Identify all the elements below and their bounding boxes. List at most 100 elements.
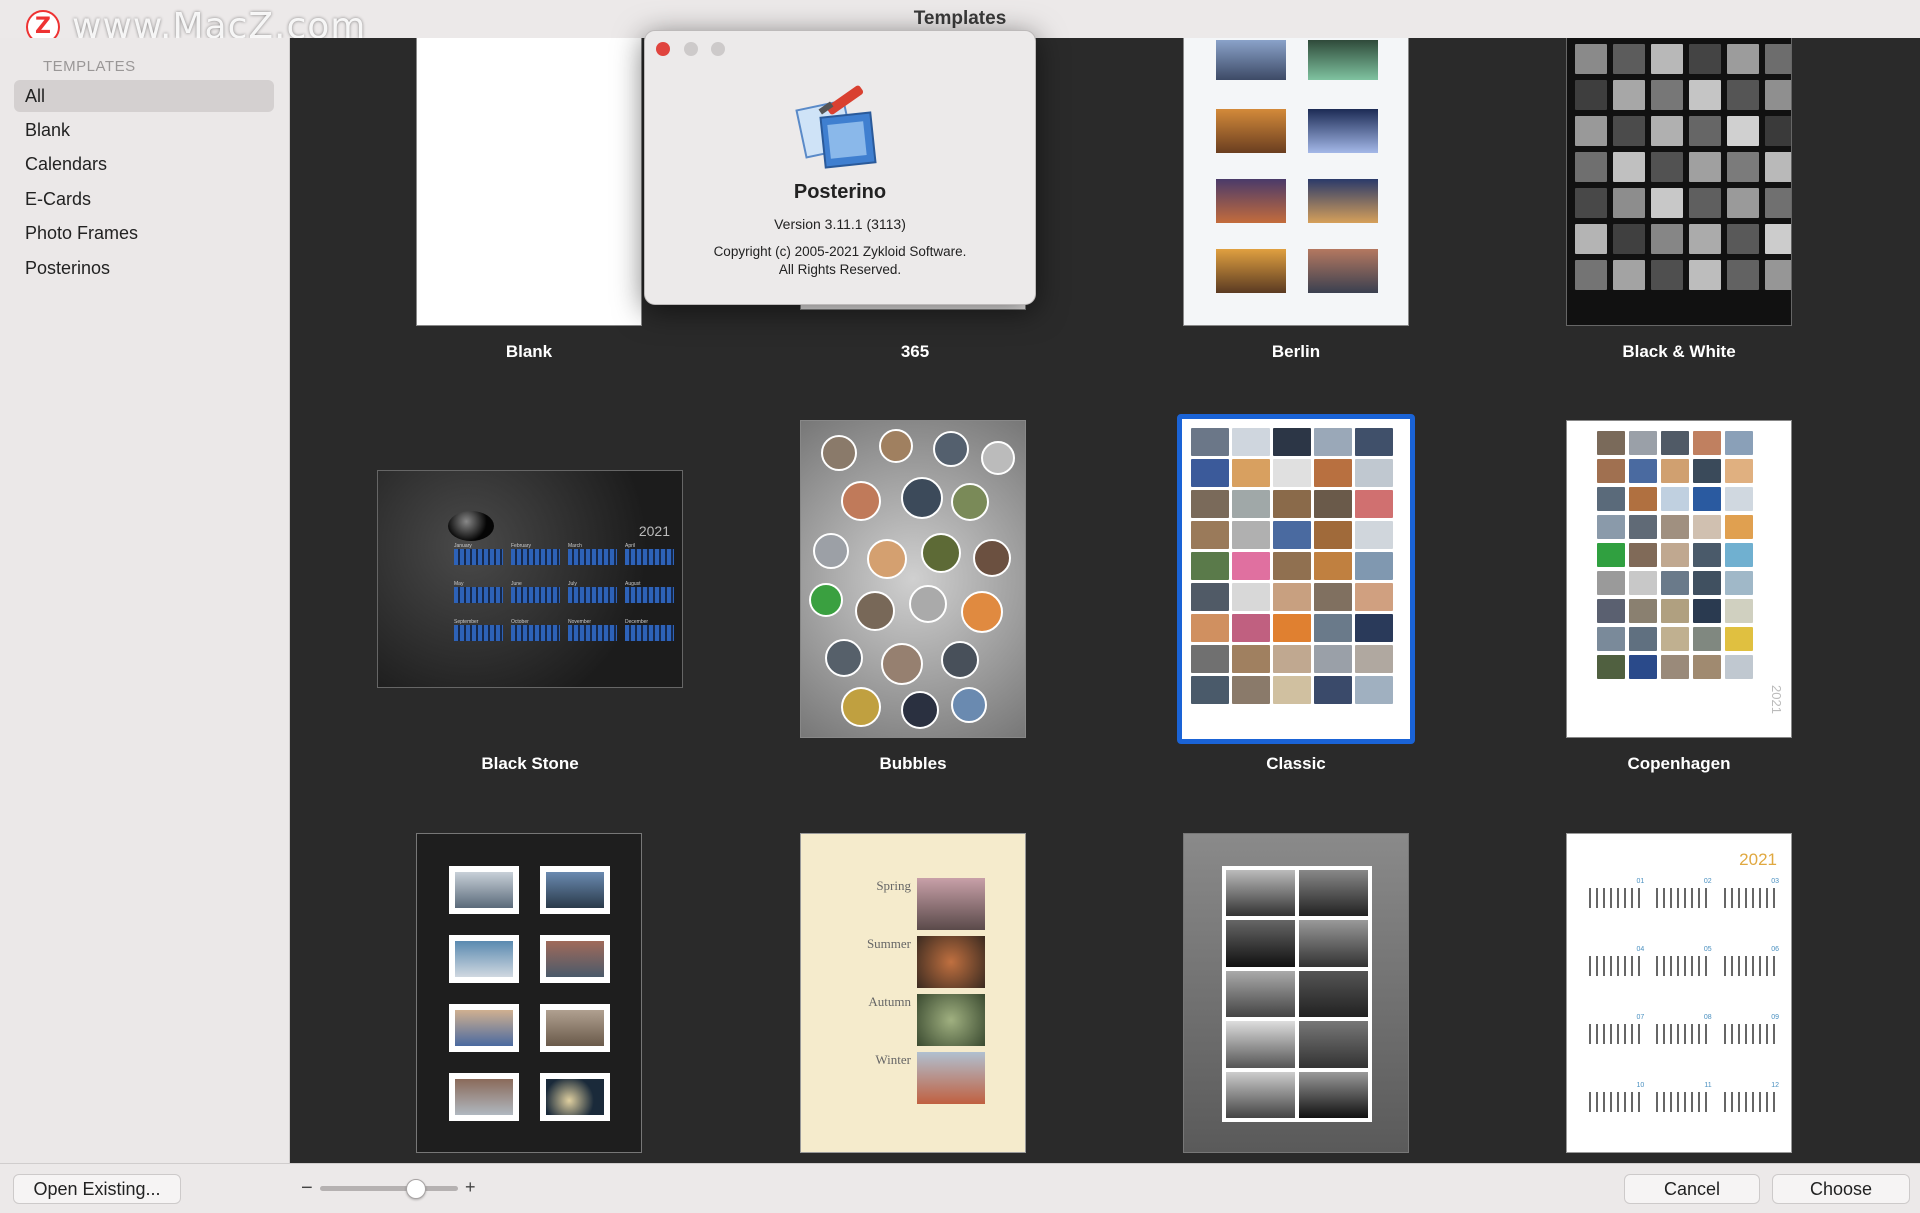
template-thumbnail[interactable] [1183, 833, 1409, 1153]
sidebar-item-e-cards[interactable]: E-Cards [14, 183, 274, 215]
month-block: December [625, 619, 674, 641]
sidebar-item-blank[interactable]: Blank [14, 114, 274, 146]
zoom-button [711, 42, 725, 56]
season-photo [917, 994, 985, 1046]
calendar-month: 10 [1589, 1082, 1645, 1112]
photo-frame [449, 1073, 519, 1121]
season-photo [917, 878, 985, 930]
template-label: Black Stone [481, 754, 579, 773]
calendar-month: 12 [1723, 1082, 1779, 1112]
sidebar-item-calendars[interactable]: Calendars [14, 148, 274, 180]
photo-bubble [921, 533, 961, 573]
template-thumbnail[interactable]: 2021 01 02 03 04 05 06 07 08 09 10 11 12 [1566, 833, 1792, 1153]
template-berlin[interactable]: Berlin [1183, 38, 1409, 368]
template-black-white[interactable]: Black & White [1566, 38, 1792, 368]
photo-bubble [973, 539, 1011, 577]
template-grid: Blank 2 1 365 [290, 38, 1920, 1163]
template-label: Blank [505, 342, 553, 361]
photo-bubble [881, 643, 923, 685]
photo-bubble [941, 641, 979, 679]
template-thumbnail[interactable]: 2021 January February March April May Ju… [377, 470, 683, 688]
photo-bubble [961, 591, 1003, 633]
season-photo [917, 1052, 985, 1104]
template-copenhagen[interactable]: 2021 Copenhagen [1566, 420, 1792, 780]
template-thumbnail[interactable] [800, 420, 1026, 738]
photo-bubble [879, 429, 913, 463]
template-calendar-2021[interactable]: 2021 01 02 03 04 05 06 07 08 09 10 11 12 [1566, 833, 1792, 1163]
photo-grid [1575, 44, 1791, 290]
photo-bubble [981, 441, 1015, 475]
template-seasons[interactable]: Spring Summer Autumn Winter [800, 833, 1026, 1163]
photo-grid [1597, 431, 1753, 679]
season-label: Winter [875, 1052, 911, 1067]
calendar-month: 11 [1656, 1082, 1712, 1112]
sidebar-item-photo-frames[interactable]: Photo Frames [14, 217, 274, 249]
photo-collage [1222, 866, 1372, 1122]
template-thumbnail[interactable] [1183, 38, 1409, 326]
sidebar-item-posterinos[interactable]: Posterinos [14, 252, 274, 284]
template-thumbnail[interactable] [1566, 38, 1792, 326]
template-classic[interactable]: Classic [1177, 414, 1415, 780]
template-label: 365 [900, 342, 930, 361]
stone [448, 511, 494, 541]
month-grid: January February March April May June Ju… [454, 543, 674, 641]
season-label: Autumn [868, 994, 911, 1009]
choose-button[interactable]: Choose [1772, 1174, 1910, 1204]
photo-grid [1191, 428, 1393, 704]
photo-frame [540, 1004, 610, 1052]
season-label: Summer [866, 936, 911, 951]
photo-bubble [841, 481, 881, 521]
template-thumbnail[interactable]: Spring Summer Autumn Winter [800, 833, 1026, 1153]
photo-frame [449, 866, 519, 914]
photo-bubble [825, 639, 863, 677]
template-label: Berlin [1271, 342, 1321, 361]
template-photo-frames-dark[interactable] [416, 833, 642, 1163]
photo [1216, 249, 1286, 293]
photo-frame [540, 935, 610, 983]
open-existing-button[interactable]: Open Existing... [13, 1174, 181, 1204]
photo [1308, 40, 1378, 80]
template-label: Copenhagen [1627, 754, 1731, 773]
month-block: March [568, 543, 617, 565]
zoom-in-icon[interactable]: + [465, 1177, 476, 1198]
template-label: Bubbles [879, 754, 947, 773]
calendar-month: 04 [1589, 946, 1645, 976]
template-bubbles[interactable]: Bubbles [800, 420, 1026, 780]
cancel-button[interactable]: Cancel [1624, 1174, 1760, 1204]
template-black-stone[interactable]: 2021 January February March April May Ju… [377, 438, 683, 778]
calendar-year: 2021 [1739, 850, 1777, 869]
month-block: May [454, 581, 503, 603]
calendar-month: 03 [1723, 878, 1779, 908]
zoom-out-icon[interactable]: − [301, 1177, 313, 1200]
template-thumbnail[interactable] [416, 38, 642, 326]
zoom-slider-knob[interactable] [406, 1179, 426, 1199]
close-button[interactable] [656, 42, 670, 56]
minimize-button [684, 42, 698, 56]
year-label: 2021 [1769, 685, 1785, 714]
template-thumbnail[interactable] [1177, 414, 1415, 744]
app-name: Posterino [793, 181, 887, 203]
template-grey-frame[interactable] [1183, 833, 1409, 1163]
photo-bubble [933, 431, 969, 467]
zoom-slider[interactable] [320, 1186, 458, 1191]
photo-frame [449, 1004, 519, 1052]
photo-bubble [841, 687, 881, 727]
calendar-month: 08 [1656, 1014, 1712, 1044]
sidebar-item-all[interactable]: All [14, 80, 274, 112]
copyright-line: Copyright (c) 2005-2021 Zykloid Software… [713, 244, 967, 259]
month-block: November [568, 619, 617, 641]
about-dialog: Posterino Version 3.11.1 (3113) Copyrigh… [644, 30, 1036, 305]
photo-bubble [867, 539, 907, 579]
photo [1308, 109, 1378, 153]
month-block: February [511, 543, 560, 565]
season-label: Spring [876, 878, 911, 893]
calendar-month: 02 [1656, 878, 1712, 908]
template-thumbnail[interactable] [416, 833, 642, 1153]
template-thumbnail[interactable]: 2021 [1566, 420, 1792, 738]
photo [1216, 109, 1286, 153]
template-blank[interactable]: Blank [416, 38, 642, 368]
month-block: April [625, 543, 674, 565]
month-block: August [625, 581, 674, 603]
photo-bubble [809, 583, 843, 617]
photo-bubble [821, 435, 857, 471]
